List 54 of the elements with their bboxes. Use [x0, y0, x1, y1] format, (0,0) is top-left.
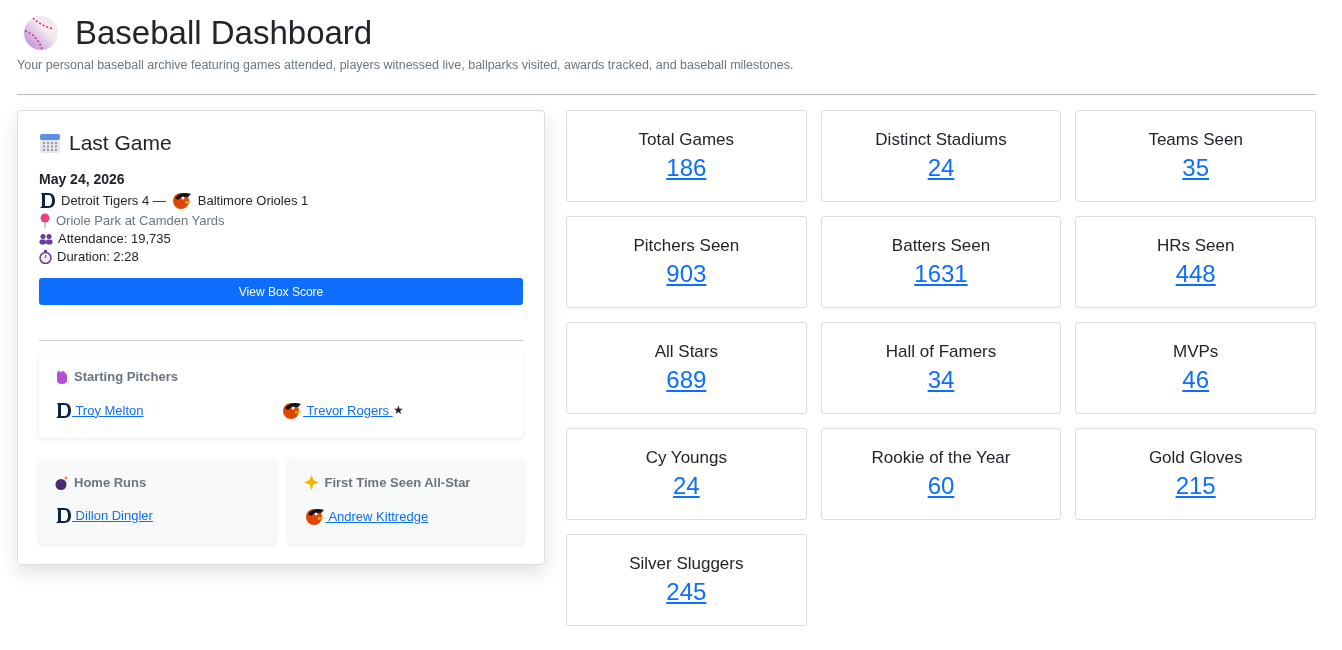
page-title: Baseball Dashboard — [75, 14, 373, 52]
stat-label: HRs Seen — [1156, 236, 1235, 256]
stat-label: Hall of Famers — [885, 342, 997, 362]
all-star-mark: ★ — [392, 403, 404, 417]
player-link[interactable]: Trevor Rogers — [303, 402, 393, 418]
attendance: Attendance: 19,735 — [58, 231, 171, 246]
panel-title: Home Runs — [74, 475, 147, 490]
stat-value-link[interactable]: 60 — [927, 472, 955, 500]
stat-value-link[interactable]: 24 — [927, 154, 955, 182]
bomb-icon — [55, 475, 68, 490]
stat-value-link[interactable]: 24 — [672, 472, 700, 500]
bird-logo-icon — [170, 190, 193, 210]
sparkle-icon — [303, 475, 319, 490]
stat-label: MVPs — [1173, 342, 1219, 362]
stat-label: Silver Sluggers — [629, 554, 744, 574]
card-title: Last Game — [69, 131, 172, 155]
stat-value-link[interactable]: 35 — [1182, 154, 1209, 182]
stat-value-link[interactable]: 186 — [666, 154, 707, 182]
stat-label: Distinct Stadiums — [875, 130, 1007, 150]
player-link[interactable]: Dillon Dingler — [72, 508, 153, 523]
stat-value-link[interactable]: 448 — [1175, 260, 1216, 288]
game-date: May 24, 2026 — [39, 171, 126, 187]
stat-label: Batters Seen — [891, 236, 991, 256]
stat-label: Rookie of the Year — [871, 448, 1011, 468]
stat-value-link[interactable]: 689 — [666, 366, 707, 394]
stat-label: Pitchers Seen — [633, 236, 740, 256]
venue: Oriole Park at Camden Yards — [56, 213, 225, 228]
stat-label: Gold Gloves — [1148, 448, 1243, 468]
duration: Duration: 2:28 — [57, 249, 139, 264]
bird-logo-icon — [281, 400, 303, 420]
bird-logo-icon — [303, 506, 326, 526]
player-link[interactable]: Troy Melton — [72, 402, 144, 418]
stat-label: Cy Youngs — [645, 448, 727, 468]
panel-title: Starting Pitchers — [74, 369, 179, 384]
away-score: Baltimore Orioles 1 — [197, 192, 309, 208]
stat-value-link[interactable]: 34 — [927, 366, 955, 394]
stat-label: Total Games — [638, 130, 735, 150]
view-box-score-button[interactable]: View Box Score — [39, 278, 523, 305]
home-score: Detroit Tigers 4 — — [61, 192, 166, 208]
people-icon — [39, 232, 53, 245]
panel-title: First Time Seen All-Star — [324, 475, 471, 490]
stat-label: Teams Seen — [1148, 130, 1243, 150]
stopwatch-icon — [39, 249, 52, 264]
page-subtitle: Your personal baseball archive featuring games attended, players witnessed live, ballparks visited, awards tracked, and baseball milestones. — [17, 58, 795, 72]
calendar-icon — [39, 132, 61, 154]
stat-value-link[interactable]: 46 — [1182, 366, 1209, 394]
player-link[interactable]: Andrew Kittredge — [325, 508, 429, 524]
stat-value-link[interactable]: 903 — [666, 260, 707, 288]
stat-value-link[interactable]: 1631 — [914, 260, 968, 288]
stat-value-link[interactable]: 215 — [1175, 472, 1216, 500]
stat-label: All Stars — [654, 342, 718, 362]
stat-value-link[interactable]: 245 — [666, 578, 707, 606]
baseball-icon — [23, 15, 59, 51]
pin-icon — [39, 213, 51, 228]
